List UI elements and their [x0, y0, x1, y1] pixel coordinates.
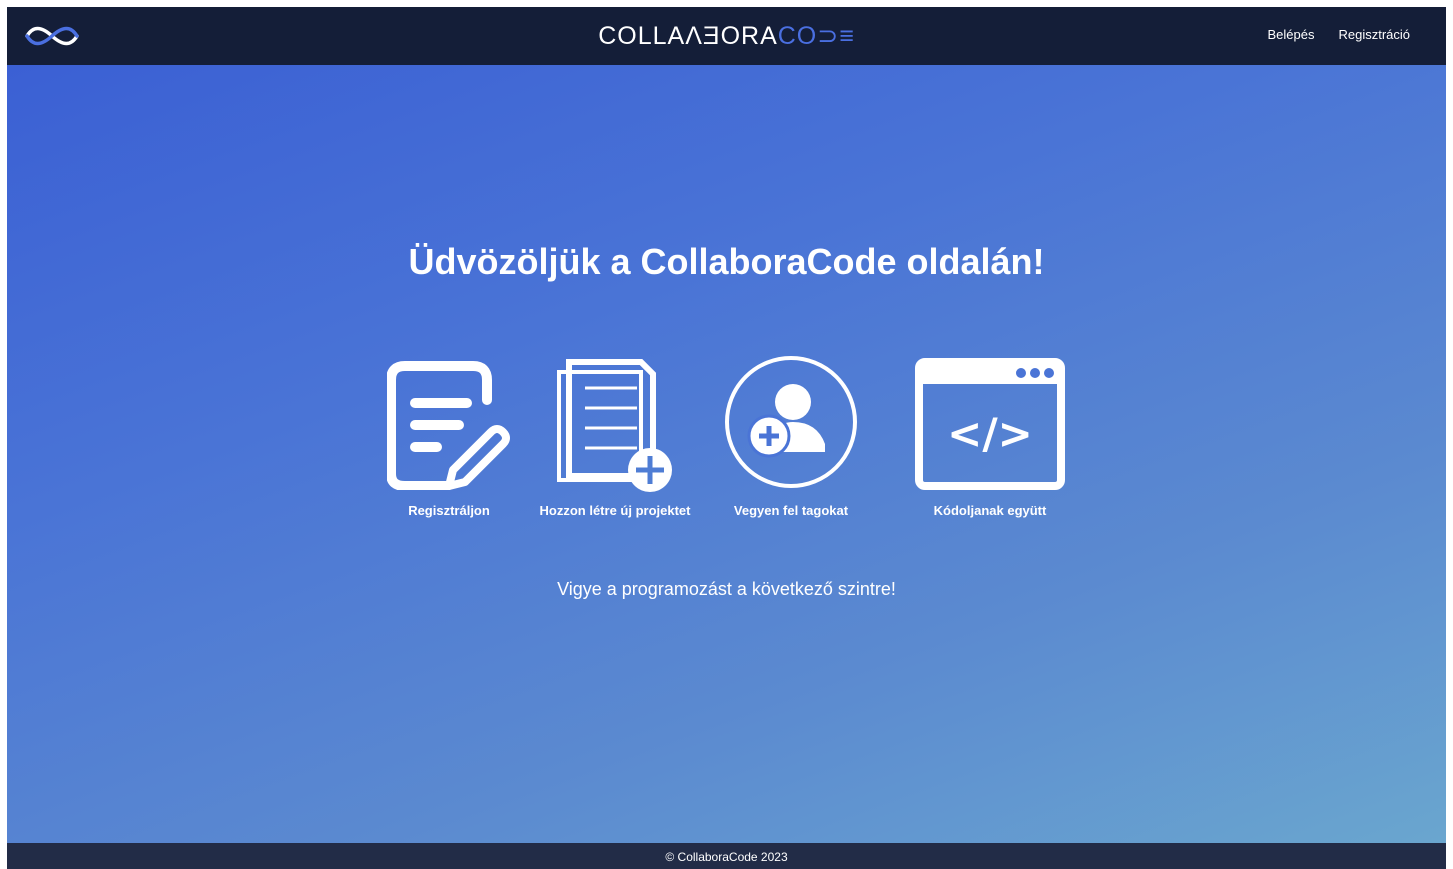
brand-logo-text[interactable]: COLLAΛƎORACO⊃≡ — [598, 21, 855, 51]
brand-accent-text: CO⊃≡ — [777, 22, 855, 50]
edit-form-icon — [387, 361, 510, 490]
step-create-project: Hozzon létre új projektet — [540, 358, 690, 518]
copyright-text: © CollaboraCode 2023 — [665, 850, 788, 864]
nav-links: Belépés Regisztráció — [1267, 27, 1410, 42]
footer: © CollaboraCode 2023 — [7, 843, 1446, 869]
step-label: Vegyen fel tagokat — [733, 503, 849, 518]
brand-main-text: COLLAΛƎORA — [598, 22, 778, 50]
code-window-icon: </> — [915, 358, 1065, 490]
navbar: COLLAΛƎORACO⊃≡ Belépés Regisztráció — [7, 7, 1446, 65]
svg-text:</>: </> — [947, 409, 1033, 458]
add-user-icon — [725, 356, 857, 488]
app-frame: COLLAΛƎORACO⊃≡ Belépés Regisztráció Üdvö… — [7, 7, 1446, 869]
step-code-together: </> Kódoljanak együtt — [915, 358, 1065, 518]
step-register: Regisztráljon — [387, 358, 511, 518]
step-add-members: Vegyen fel tagokat — [723, 354, 859, 518]
login-link[interactable]: Belépés — [1267, 27, 1314, 42]
hero-section: Üdvözöljük a CollaboraCode oldalán! Regi… — [7, 65, 1446, 843]
hero-title: Üdvözöljük a CollaboraCode oldalán! — [408, 241, 1045, 282]
hero-tagline: Vigye a programozást a következő szintre… — [557, 579, 896, 599]
register-link[interactable]: Regisztráció — [1338, 27, 1410, 42]
logo-icon[interactable] — [23, 21, 81, 51]
new-document-icon — [557, 359, 672, 492]
step-label: Kódoljanak együtt — [933, 503, 1047, 518]
